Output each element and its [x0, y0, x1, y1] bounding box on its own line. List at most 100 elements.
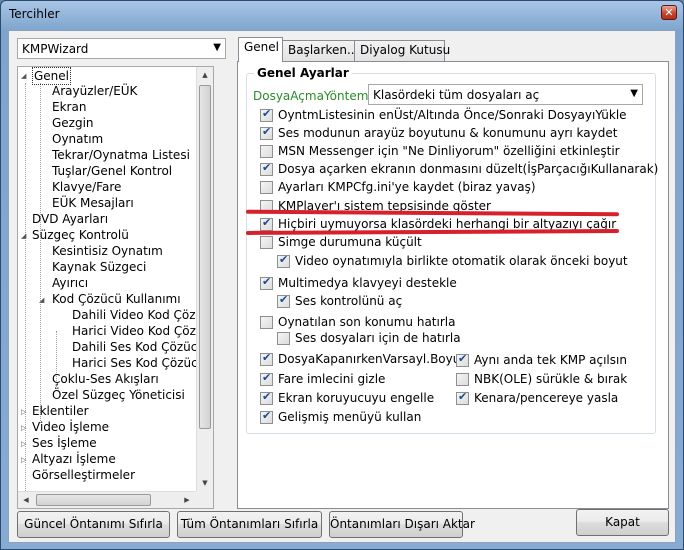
tree-item[interactable]: Görselleştirmeler — [32, 467, 135, 483]
tree-item[interactable]: Ayırıcı — [52, 275, 88, 291]
reset-all-presets-button[interactable]: Tüm Öntanımları Sıfırla — [177, 511, 322, 538]
tree-item[interactable]: Eklentiler — [32, 403, 89, 419]
scrollbar-corner — [196, 491, 213, 508]
checkbox-box[interactable] — [456, 352, 469, 367]
preset-select-value: KMPWizard — [22, 42, 89, 56]
tab-general[interactable]: Genel — [238, 37, 283, 62]
option-label: OyntmListesinin enÜst/Altında Önce/Sonra… — [278, 108, 627, 122]
tree-item[interactable]: Tekrar/Oynatma Listesi — [52, 147, 190, 163]
checkbox-box[interactable] — [456, 390, 469, 405]
option-checkbox[interactable]: Fare imlecini gizle — [260, 371, 386, 386]
tree-item[interactable]: DVD Ayarları — [32, 211, 108, 227]
checkbox-box[interactable] — [260, 409, 273, 424]
scroll-thumb[interactable] — [199, 85, 211, 429]
option-checkbox[interactable]: DosyaKapanırkenVarsayl.Boyut — [260, 351, 465, 366]
option-label: Ses kontrolünü aç — [295, 294, 403, 308]
option-label: Video oynatımıyla birlikte otomatik olar… — [295, 254, 628, 268]
tree-item[interactable]: Kaynak Süzgeci — [52, 259, 146, 275]
option-checkbox[interactable]: Ayarları KMPCfg.ini'ye kaydet (biraz yav… — [260, 180, 536, 194]
option-label: MSN Messenger için "Ne Dinliyorum" özell… — [278, 144, 620, 158]
checkbox-box[interactable] — [260, 216, 273, 231]
tree-item[interactable]: Gezgin — [52, 115, 94, 131]
tree-item[interactable]: Oynatım — [52, 131, 103, 147]
checkbox-box[interactable] — [260, 351, 273, 366]
tree-item[interactable]: Video İşleme — [32, 419, 109, 435]
option-checkbox[interactable]: OyntmListesinin enÜst/Altında Önce/Sonra… — [260, 107, 627, 122]
checkbox-box[interactable] — [260, 180, 273, 194]
tree-item[interactable]: Harici Video Kod Çözücü — [72, 323, 213, 339]
expand-arrow-icon[interactable]: ▷ — [21, 455, 26, 465]
tree-item[interactable]: Çoklu-Ses Akışları — [52, 371, 159, 387]
option-label: Gelişmiş menüyü kullan — [278, 410, 422, 424]
tree-item[interactable]: Altyazı İşleme — [32, 451, 116, 467]
option-checkbox[interactable]: Video oynatımıyla birlikte otomatik olar… — [277, 253, 628, 268]
tree-item[interactable]: Klavye/Fare — [52, 179, 121, 195]
checkbox-box[interactable] — [277, 253, 290, 268]
collapse-arrow-icon[interactable]: ◢ — [21, 71, 26, 81]
option-label: Ses modunun arayüz boyutunu & konumunu a… — [278, 126, 618, 140]
checkbox-box[interactable] — [277, 331, 290, 345]
tab-startup[interactable]: Başlarken... — [282, 40, 358, 61]
tree-horizontal-scrollbar[interactable]: ◀ ▶ — [18, 491, 213, 508]
tree-item[interactable]: Ekran — [52, 99, 86, 115]
option-checkbox[interactable]: Ses dosyaları için de hatırla — [277, 331, 461, 345]
option-checkbox[interactable]: Kenara/pencereye yasla — [456, 390, 618, 405]
open-mode-select[interactable]: Klasördeki tüm dosyaları aç ▼ — [368, 84, 643, 105]
checkbox-box[interactable] — [260, 275, 273, 290]
tree-item[interactable]: Özel Süzgeç Yöneticisi — [52, 387, 185, 403]
checkbox-box[interactable] — [260, 161, 273, 176]
option-checkbox[interactable]: Multimedya klavyeyi destekle — [260, 275, 457, 290]
title-bar[interactable]: Tercihler ✕ — [1, 1, 683, 29]
option-checkbox[interactable]: Ses modunun arayüz boyutunu & konumunu a… — [260, 125, 618, 140]
option-checkbox[interactable]: Simge durumuna küçült — [260, 235, 422, 249]
preset-select[interactable]: KMPWizard ▼ — [17, 38, 226, 59]
settings-tree[interactable]: ◢ Genel Arayüzler/EÜK Ekran Gezgin Oynat… — [17, 66, 214, 509]
option-label: Oynatılan son konumu hatırla — [278, 315, 456, 329]
option-checkbox[interactable]: Oynatılan son konumu hatırla — [260, 315, 455, 329]
scroll-down-icon[interactable]: ▼ — [197, 475, 213, 491]
checkbox-box[interactable] — [260, 125, 273, 140]
scroll-thumb[interactable] — [36, 494, 151, 506]
tree-item[interactable]: Dahili Video Kod Çözücü — [72, 307, 213, 323]
scroll-right-icon[interactable]: ▶ — [179, 492, 195, 508]
collapse-arrow-icon[interactable]: ◢ — [39, 295, 44, 305]
checkbox-box[interactable] — [260, 144, 273, 158]
tree-item[interactable]: Arayüzler/EÜK — [52, 83, 137, 99]
export-presets-button[interactable]: Öntanımları Dışarı Aktar — [329, 511, 475, 538]
expand-arrow-icon[interactable]: ▷ — [21, 439, 26, 449]
tree-item[interactable]: Kesintisiz Oynatım — [52, 243, 163, 259]
tree-item[interactable]: Dahili Ses Kod Çözücü — [72, 339, 205, 355]
checkbox-box[interactable] — [260, 107, 273, 122]
expand-arrow-icon[interactable]: ▷ — [21, 407, 26, 417]
tree-item[interactable]: EÜK Mesajları — [52, 195, 134, 211]
tree-item[interactable]: Ses İşleme — [32, 435, 97, 451]
close-window-button[interactable]: ✕ — [661, 5, 677, 20]
collapse-arrow-icon[interactable]: ◢ — [21, 231, 26, 241]
tree-item[interactable]: Kod Çözücü Kullanımı — [52, 291, 181, 307]
option-checkbox[interactable]: Ses kontrolünü aç — [277, 293, 403, 308]
option-checkbox[interactable]: NBK(OLE) sürükle & bırak — [456, 372, 627, 386]
scroll-left-icon[interactable]: ◀ — [18, 492, 34, 508]
checkbox-box[interactable] — [260, 235, 273, 249]
tree-vertical-scrollbar[interactable]: ▲ ▼ — [196, 67, 213, 508]
option-checkbox[interactable]: Ekran koruyucuyu engelle — [260, 390, 434, 405]
checkbox-box[interactable] — [277, 293, 290, 308]
option-checkbox[interactable]: MSN Messenger için "Ne Dinliyorum" özell… — [260, 144, 620, 158]
option-checkbox[interactable]: Aynı anda tek KMP açılsın — [456, 352, 627, 367]
option-checkbox[interactable]: Gelişmiş menüyü kullan — [260, 409, 422, 424]
checkbox-box[interactable] — [260, 390, 273, 405]
checkbox-box[interactable] — [456, 372, 469, 386]
option-checkbox[interactable]: Dosya açarken ekranın donmasını düzelt(İ… — [260, 161, 658, 176]
option-label: Aynı anda tek KMP açılsın — [474, 353, 627, 367]
tree-item[interactable]: Tuşlar/Genel Kontrol — [52, 163, 172, 179]
option-label: Fare imlecini gizle — [278, 372, 386, 386]
checkbox-box[interactable] — [260, 371, 273, 386]
close-button[interactable]: Kapat — [576, 509, 669, 536]
tab-dialog[interactable]: Diyalog Kutusu — [354, 40, 450, 61]
expand-arrow-icon[interactable]: ▷ — [21, 423, 26, 433]
tree-item[interactable]: Süzgeç Kontrolü — [32, 227, 129, 243]
checkbox-box[interactable] — [260, 315, 273, 329]
reset-current-preset-button[interactable]: Güncel Öntanımı Sıfırla — [17, 511, 170, 538]
tree-item[interactable]: Harici Ses Kod Çözücü — [72, 355, 205, 371]
scroll-up-icon[interactable]: ▲ — [197, 67, 213, 83]
